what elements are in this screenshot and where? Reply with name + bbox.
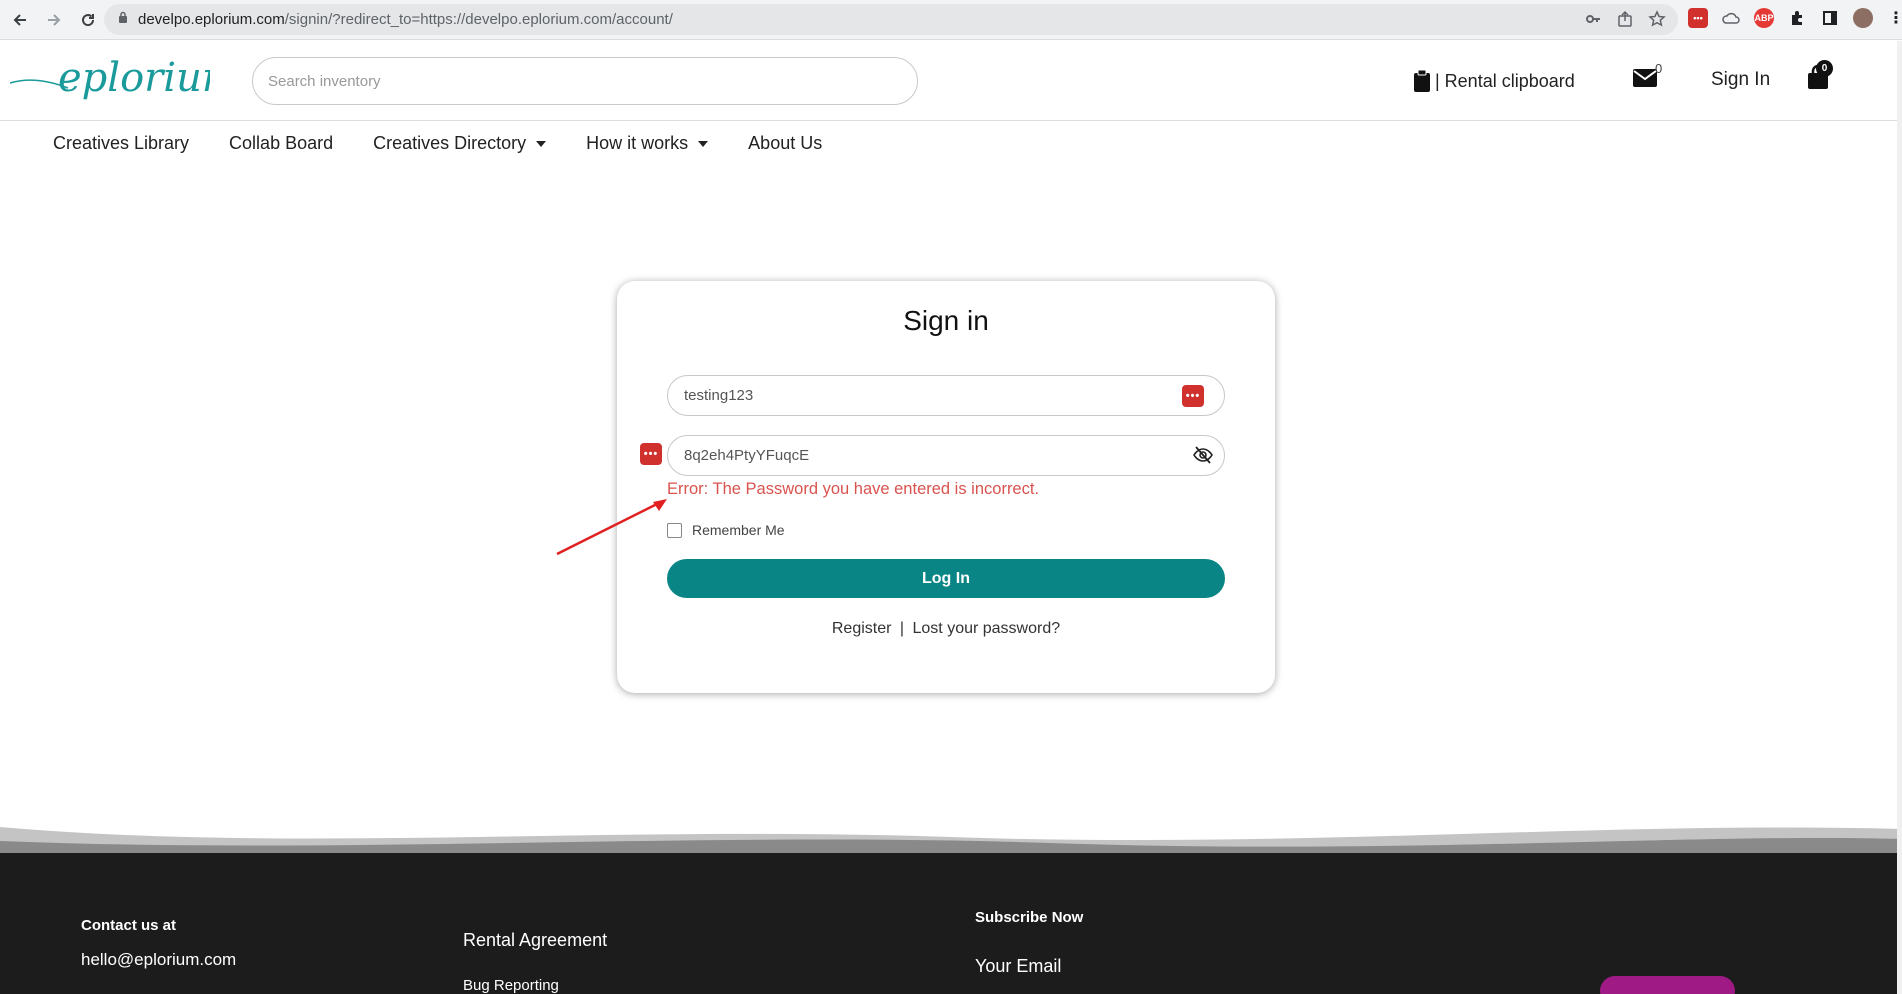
username-field[interactable]: testing123 •••	[667, 375, 1225, 416]
login-button[interactable]: Log In	[667, 559, 1225, 598]
footer: Contact us at hello@eplorium.com Rental …	[0, 853, 1902, 994]
messages-icon[interactable]	[1633, 69, 1657, 92]
eye-slash-icon[interactable]	[1192, 444, 1214, 470]
eplorium-logo[interactable]: eplorium	[9, 53, 240, 113]
nav-item-how-it-works[interactable]: How it works	[586, 133, 709, 154]
address-bar[interactable]: develpo.eplorium.com/signin/?redirect_to…	[104, 4, 1678, 35]
subscribe-button[interactable]	[1600, 976, 1735, 994]
rental-clipboard-label: | Rental clipboard	[1435, 70, 1575, 91]
url-host: develpo.eplorium.com	[138, 11, 285, 28]
nav-item-collab-board[interactable]: Collab Board	[229, 133, 333, 154]
register-link[interactable]: Register	[832, 620, 892, 637]
messages-count: 0	[1655, 61, 1663, 76]
footer-subscribe-title: Subscribe Now	[975, 909, 1084, 926]
nav-label: Creatives Library	[53, 133, 190, 153]
password-manager-icon[interactable]: •••	[640, 443, 662, 465]
lost-password-link[interactable]: Lost your password?	[913, 620, 1061, 637]
nav-item-creatives-library[interactable]: Creatives Library	[53, 133, 189, 154]
signin-links: Register | Lost your password?	[617, 620, 1275, 638]
forward-icon[interactable]	[40, 6, 68, 34]
back-icon[interactable]	[6, 6, 34, 34]
share-icon[interactable]	[1616, 10, 1634, 32]
main-navigation: Creatives Library Collab Board Creatives…	[53, 133, 822, 154]
footer-bug-reporting-link[interactable]: Bug Reporting	[463, 977, 559, 994]
remember-me[interactable]: Remember Me	[667, 522, 785, 538]
footer-contact-email[interactable]: hello@eplorium.com	[81, 950, 236, 970]
browser-toolbar: develpo.eplorium.com/signin/?redirect_to…	[0, 0, 1902, 40]
signin-title: Sign in	[903, 305, 989, 336]
nav-label: Creatives Directory	[373, 133, 527, 153]
header-signin-link[interactable]: Sign In	[1711, 69, 1770, 91]
site-header: eplorium | Rental clipboard 0 Sign In 0	[0, 41, 1902, 121]
footer-email-label: Your Email	[975, 956, 1062, 976]
sidepanel-icon[interactable]	[1820, 8, 1840, 28]
menu-dots-icon[interactable]: ⋮	[1886, 8, 1902, 28]
annotation-arrow	[556, 499, 667, 556]
links-separator: |	[899, 620, 905, 637]
url-path: /signin/?redirect_to=https://develpo.epl…	[284, 11, 673, 28]
remember-me-label: Remember Me	[692, 522, 785, 538]
password-field[interactable]: 8q2eh4PtyYFuqcE	[667, 435, 1225, 476]
adblock-extension-icon[interactable]: ABP	[1754, 8, 1774, 28]
cart-count-badge: 0	[1816, 60, 1833, 77]
reload-icon[interactable]	[74, 6, 102, 34]
key-icon[interactable]	[1584, 10, 1602, 32]
nav-label: About Us	[748, 133, 823, 153]
puzzle-icon[interactable]	[1787, 8, 1807, 28]
nav-label: How it works	[586, 133, 689, 153]
nav-item-creatives-directory[interactable]: Creatives Directory	[373, 133, 547, 154]
footer-wave	[0, 827, 1902, 855]
rental-clipboard-link[interactable]: | Rental clipboard	[1413, 69, 1575, 93]
search-input[interactable]	[252, 57, 918, 105]
caret-down-icon	[536, 140, 547, 147]
star-icon[interactable]	[1648, 10, 1666, 32]
password-value: 8q2eh4PtyYFuqcE	[684, 447, 810, 464]
password-manager-icon[interactable]: •••	[1182, 385, 1204, 407]
nav-item-about-us[interactable]: About Us	[748, 133, 822, 154]
nav-label: Collab Board	[229, 133, 334, 153]
username-value: testing123	[684, 387, 754, 404]
cloud-extension-icon[interactable]	[1721, 8, 1741, 28]
lock-icon	[118, 11, 128, 28]
caret-down-icon	[698, 140, 709, 147]
clipboard-icon	[1414, 69, 1430, 92]
footer-rental-agreement-link[interactable]: Rental Agreement	[463, 930, 607, 951]
error-message: Error: The Password you have entered is …	[667, 480, 1040, 498]
avatar[interactable]	[1853, 8, 1873, 28]
svg-text:eplorium: eplorium	[58, 55, 210, 101]
signin-card: Sign in testing123 ••• ••• 8q2eh4PtyYFuq…	[617, 281, 1275, 693]
footer-contact-title: Contact us at	[81, 917, 177, 934]
password-manager-extension-icon[interactable]: •••	[1688, 8, 1708, 28]
scrollbar[interactable]	[1897, 41, 1902, 994]
